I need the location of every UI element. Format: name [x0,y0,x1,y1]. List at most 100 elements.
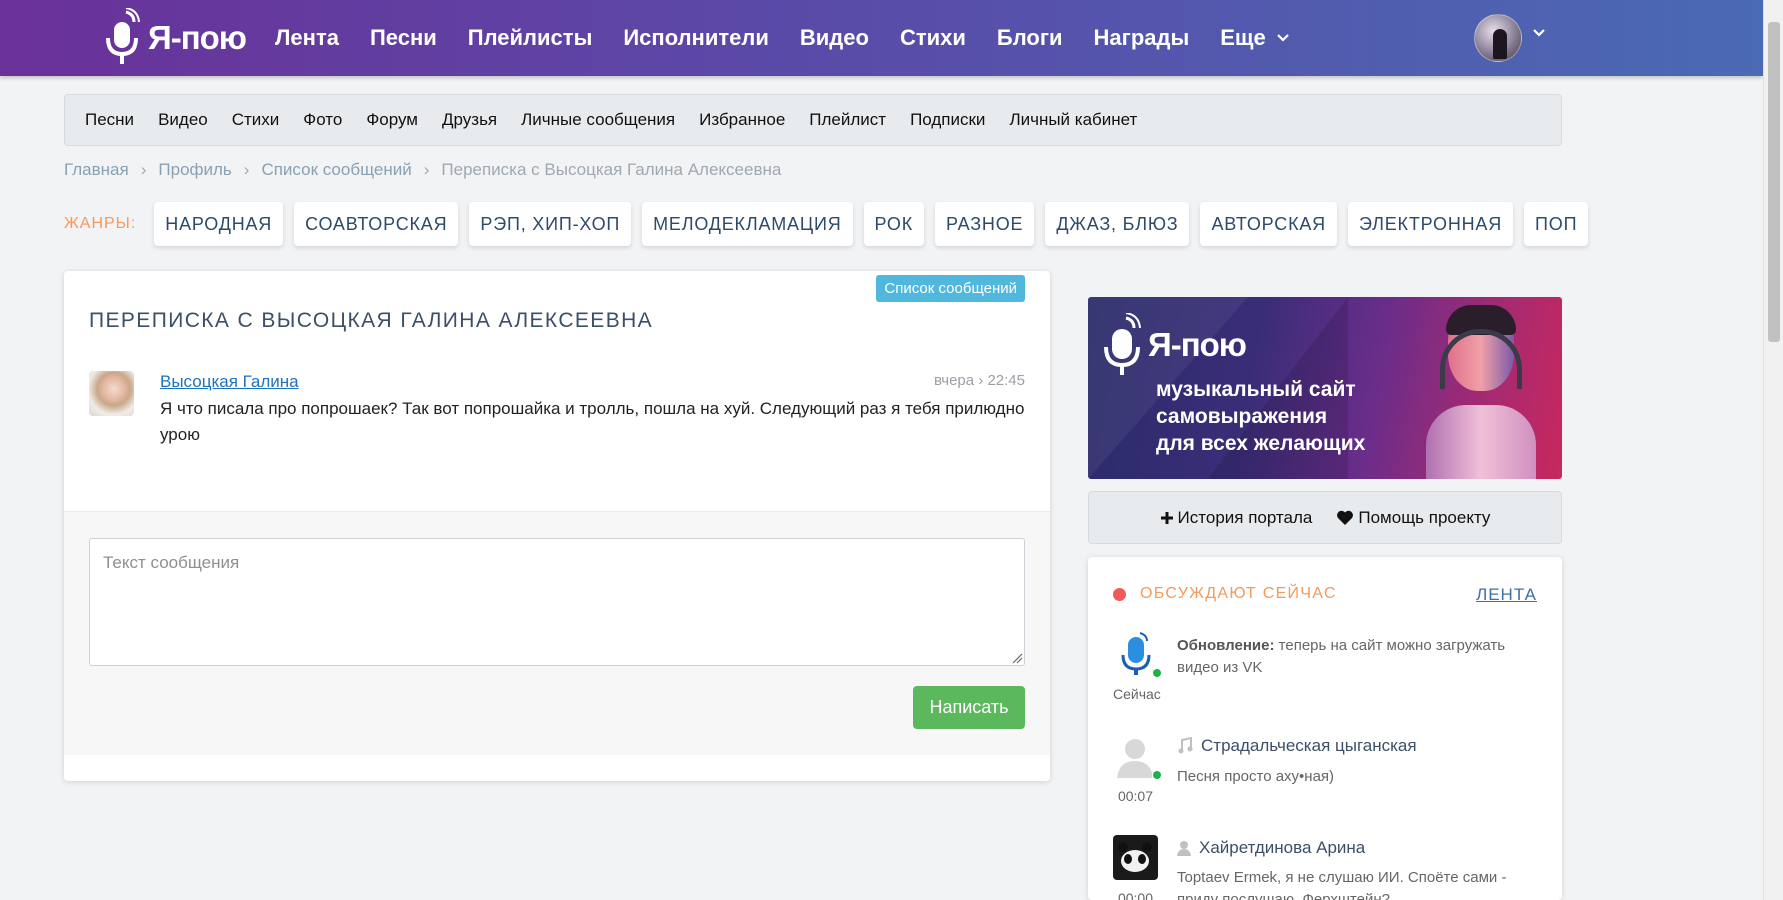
nav-item-more[interactable]: Еще [1220,25,1289,51]
subnav-item-favorites[interactable]: Избранное [699,110,785,130]
nav-item-awards[interactable]: Награды [1094,25,1190,51]
subnav-item-songs[interactable]: Песни [85,110,134,130]
feed-item-time: 00:07 [1117,788,1154,804]
main-nav: Лента Песни Плейлисты Исполнители Видео … [275,0,1321,76]
banner-logo: Я-пою [1102,313,1247,377]
nav-item-video[interactable]: Видео [800,25,869,51]
subnav-item-friends[interactable]: Друзья [442,110,497,130]
banner-tagline-line: для всех желающих [1156,432,1366,455]
logo-text: Я-пою [148,19,247,56]
breadcrumb-current: Переписка с Высоцкая Галина Алексеевна [441,160,782,179]
online-indicator [1152,668,1162,678]
promo-banner[interactable]: Я-пою музыкальный сайт самовыражения для… [1088,297,1562,479]
genre-chip-electronic[interactable]: ЭЛЕКТРОННАЯ [1347,202,1514,246]
top-navbar: Я-пою Лента Песни Плейлисты Исполнители … [0,0,1763,76]
feed-item-bold: Обновление: [1177,637,1275,654]
online-indicator [1152,770,1162,780]
feed-item-title[interactable]: Хайретдинова Арина [1177,838,1537,858]
feed-item-text: Обновление: теперь на сайт можно загружа… [1177,635,1537,679]
music-note-icon [1178,737,1193,754]
feed-link[interactable]: ЛЕНТА [1476,585,1537,605]
default-avatar-icon [1113,733,1158,778]
banner-tagline-line: музыкальный сайт [1156,378,1356,401]
feed-item-title-label: Хайретдинова Арина [1199,838,1366,857]
subnav-item-poems[interactable]: Стихи [232,110,280,130]
user-avatar[interactable] [1474,14,1522,62]
genre-chip-author[interactable]: АВТОРСКАЯ [1200,202,1337,246]
message-input[interactable] [89,538,1025,666]
page-scrollbar[interactable] [1763,0,1783,900]
genre-chip-pop[interactable]: ПОП [1524,202,1589,246]
subnav-item-subscriptions[interactable]: Подписки [910,110,985,130]
chevron-down-icon [1276,34,1289,42]
genre-chip-folk[interactable]: НАРОДНАЯ [154,202,284,246]
nav-item-songs[interactable]: Песни [370,25,437,51]
genre-chip-coauthor[interactable]: СОАВТОРСКАЯ [294,202,459,246]
message-author-link[interactable]: Высоцкая Галина [160,372,299,392]
discussing-now-header: ОБСУЖДАЮТ СЕЙЧАС [1113,585,1337,603]
portal-links-bar: История портала Помощь проекту [1088,491,1562,544]
genres-label: ЖАНРЫ: [64,215,137,232]
user-avatar [1113,835,1158,880]
donate-link[interactable]: Помощь проекту [1336,508,1490,528]
breadcrumb-message-list[interactable]: Список сообщений [261,160,411,180]
genre-chip-rock[interactable]: РОК [863,202,925,246]
subnav-item-messages[interactable]: Личные сообщения [521,110,675,130]
live-dot-icon [1113,587,1126,601]
message-list-badge[interactable]: Список сообщений [876,275,1025,302]
microphone-logo-icon [106,8,140,64]
nav-item-more-label: Еще [1220,25,1266,50]
breadcrumb-home[interactable]: Главная [64,160,129,180]
nav-item-artists[interactable]: Исполнители [623,25,769,51]
banner-tagline-line: самовыражения [1156,405,1328,428]
history-link[interactable]: История портала [1160,507,1313,528]
nav-item-poems[interactable]: Стихи [900,25,966,51]
nav-item-feed[interactable]: Лента [275,25,339,51]
genre-chip-rap[interactable]: РЭП, ХИП-ХОП [469,202,632,246]
feed-item-time: Сейчас [1113,686,1161,702]
plus-icon [1160,511,1173,524]
donate-link-label: Помощь проекту [1358,507,1491,527]
genre-chip-melodeclamation[interactable]: МЕЛОДЕКЛАМАЦИЯ [642,202,853,246]
subnav-item-playlist[interactable]: Плейлист [809,110,886,130]
message-timestamp: вчера › 22:45 [933,372,1025,389]
user-icon [1177,841,1191,856]
page-title: ПЕРЕПИСКА С ВЫСОЦКАЯ ГАЛИНА АЛЕКСЕЕВНА [89,309,654,332]
banner-tagline: музыкальный сайт самовыражения для всех … [1156,376,1416,457]
chevron-right-icon: › [140,160,147,179]
chevron-right-icon: › [243,160,250,179]
profile-subnav: Песни Видео Стихи Фото Форум Друзья Личн… [64,94,1562,146]
resize-handle-icon[interactable] [1012,653,1023,664]
breadcrumb-profile[interactable]: Профиль [158,160,231,180]
nav-item-playlists[interactable]: Плейлисты [468,25,593,51]
scrollbar-thumb[interactable] [1768,22,1780,342]
genre-chip-misc[interactable]: РАЗНОЕ [935,202,1035,246]
chevron-right-icon: › [423,160,430,179]
feed-item-time: 00:00 [1117,890,1154,900]
feed-item-title[interactable]: Страдальческая цыганская [1177,736,1537,756]
site-logo[interactable]: Я-пою [102,8,247,68]
message-text: Я что писала про попрошаек? Так вот попр… [160,399,1025,444]
breadcrumb: Главная › Профиль › Список сообщений › П… [64,160,781,180]
feed-item-text: Песня просто аху•ная) [1177,768,1335,785]
message-author-avatar[interactable] [89,371,134,416]
discussing-now-title: ОБСУЖДАЮТ СЕЙЧАС [1140,585,1337,602]
subnav-item-forum[interactable]: Форум [366,110,418,130]
banner-logo-text: Я-пою [1148,326,1247,363]
reply-form: Написать [64,511,1050,755]
history-link-label: История портала [1177,507,1313,527]
microphone-logo-icon [1104,313,1141,375]
genres-bar: ЖАНРЫ: НАРОДНАЯ СОАВТОРСКАЯ РЭП, ХИП-ХОП… [64,202,1599,246]
subnav-item-photo[interactable]: Фото [303,110,342,130]
nav-item-blogs[interactable]: Блоги [997,25,1063,51]
feed-item-title-label: Страдальческая цыганская [1201,736,1417,755]
subnav-item-video[interactable]: Видео [158,110,208,130]
discussing-now-panel: ОБСУЖДАЮТ СЕЙЧАС ЛЕНТА Сейчас Обновление… [1088,557,1562,900]
heart-icon [1337,510,1354,525]
feed-item-text: Toptaev Ermek, я не слушаю ИИ. Споёте са… [1177,869,1507,900]
genre-chip-jazz[interactable]: ДЖАЗ, БЛЮЗ [1045,202,1190,246]
send-button[interactable]: Написать [913,686,1025,729]
chevron-down-icon[interactable] [1532,28,1546,38]
subnav-item-cabinet[interactable]: Личный кабинет [1009,110,1137,130]
banner-person-image [1426,305,1536,479]
